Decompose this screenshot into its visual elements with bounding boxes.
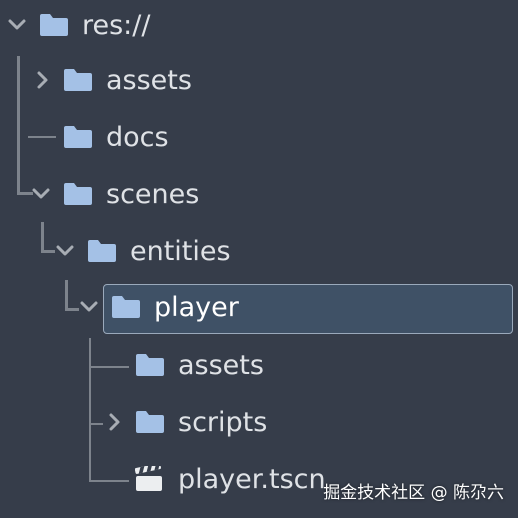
tree-item-label: scenes: [106, 179, 200, 210]
tree-item-label: assets: [178, 350, 264, 381]
tree-item-docs[interactable]: docs: [0, 112, 518, 164]
tree-item-label: player.tscn: [178, 464, 326, 495]
chevron-right-icon[interactable]: [30, 68, 54, 92]
folder-icon: [40, 14, 68, 36]
chevron-right-icon[interactable]: [102, 410, 126, 434]
chevron-down-icon[interactable]: [77, 295, 101, 319]
folder-icon: [136, 354, 164, 376]
watermark: 掘金技术社区 @ 陈尕六: [323, 483, 504, 503]
chevron-down-icon[interactable]: [5, 13, 29, 37]
tree-item-assets[interactable]: assets: [0, 55, 518, 107]
tree-item-label: docs: [106, 122, 169, 153]
tree-item-res-root[interactable]: res://: [0, 0, 518, 52]
folder-icon: [64, 69, 92, 91]
clapperboard-icon: [135, 466, 162, 491]
folder-icon: [64, 183, 92, 205]
tree-item-player[interactable]: player: [0, 282, 518, 334]
folder-icon: [64, 126, 92, 148]
folder-icon: [88, 240, 116, 262]
tree-item-label: player: [154, 292, 239, 323]
tree-item-label: res://: [82, 10, 151, 41]
tree-item-assets[interactable]: assets: [0, 340, 518, 392]
folder-icon: [136, 411, 164, 433]
folder-icon: [112, 296, 140, 318]
tree-item-entities[interactable]: entities: [0, 226, 518, 278]
file-tree: res:// assets docs scenes entities playe…: [0, 0, 518, 518]
tree-item-label: entities: [130, 236, 231, 267]
chevron-down-icon[interactable]: [53, 239, 77, 263]
tree-item-scripts[interactable]: scripts: [0, 397, 518, 449]
tree-item-label: scripts: [178, 407, 268, 438]
chevron-down-icon[interactable]: [29, 182, 53, 206]
tree-item-label: assets: [106, 65, 192, 96]
tree-item-scenes[interactable]: scenes: [0, 169, 518, 221]
